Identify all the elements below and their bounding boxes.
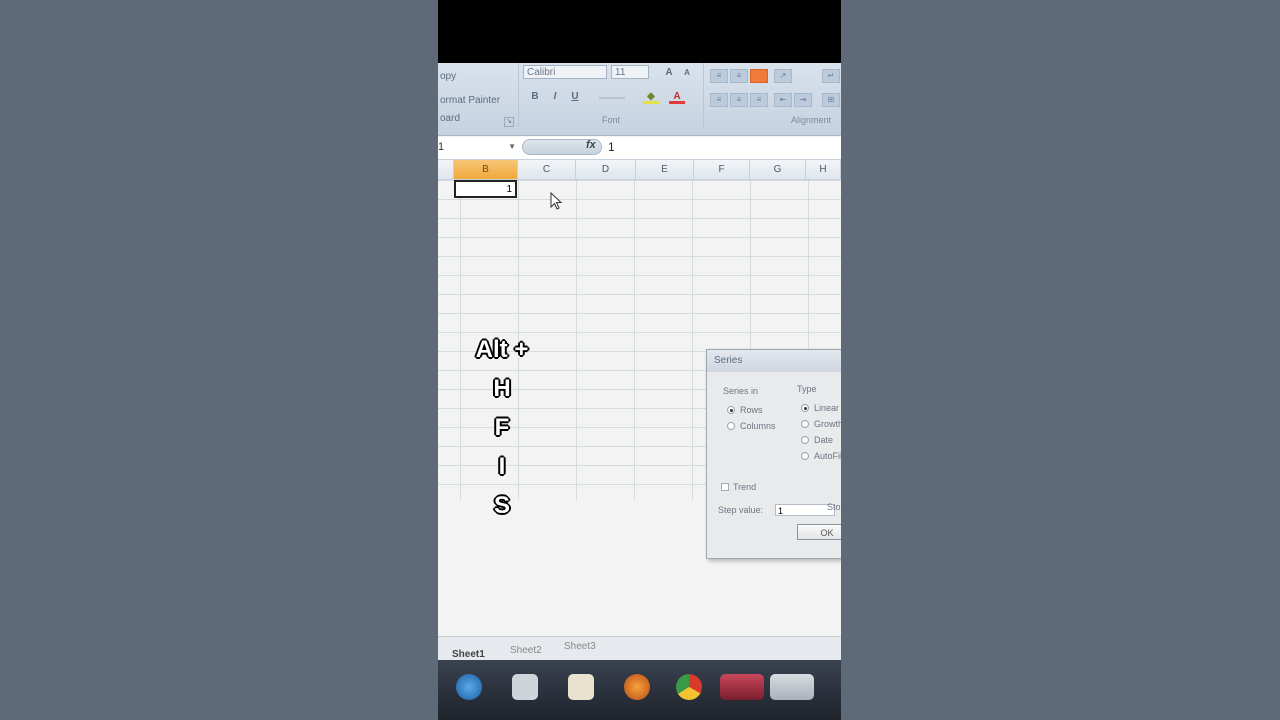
column-header-c[interactable]: C — [518, 160, 576, 180]
borders-icon[interactable] — [599, 87, 625, 99]
series-dialog: Series Series in Rows Columns Type Linea… — [706, 349, 841, 559]
tab-sheet3[interactable]: Sheet3 — [564, 641, 596, 652]
clipboard-group: opy ormat Painter oard ↘ — [438, 63, 516, 127]
windows-taskbar — [438, 660, 841, 720]
align-bottom-icon[interactable] — [750, 69, 768, 83]
rows-radio[interactable] — [727, 406, 735, 414]
align-middle-icon[interactable]: ≡ — [730, 69, 748, 83]
font-color-icon[interactable]: A — [669, 89, 685, 104]
columns-radio[interactable] — [727, 422, 735, 430]
bold-button[interactable]: B — [527, 89, 543, 105]
video-top-bar — [438, 0, 841, 63]
trend-checkbox[interactable] — [721, 483, 729, 491]
keyboard-shortcut-overlay: Alt + H F I S — [460, 330, 544, 525]
key-h: H — [493, 375, 511, 402]
column-header-d[interactable]: D — [576, 160, 636, 180]
date-label: Date — [814, 435, 834, 445]
fill-color-icon[interactable]: ◆ — [643, 89, 659, 104]
dialog-title[interactable]: Series — [707, 350, 841, 372]
key-alt-plus: Alt + — [475, 336, 529, 363]
linear-label: Linear — [814, 403, 840, 413]
key-f: F — [494, 414, 510, 441]
growth-label: Growth — [814, 419, 841, 429]
growth-radio[interactable] — [801, 420, 809, 428]
formula-bar: 1 ▼ fx 1 — [438, 137, 841, 160]
video-frame: opy ormat Painter oard ↘ Calibri 11 A A … — [438, 0, 841, 720]
column-header-h[interactable]: H — [806, 160, 841, 180]
linear-radio[interactable] — [801, 404, 809, 412]
media-player-icon[interactable] — [512, 674, 538, 700]
align-center-icon[interactable]: ≡ — [730, 93, 748, 107]
tab-sheet1[interactable]: Sheet1 — [452, 649, 485, 660]
align-right-icon[interactable]: ≡ — [750, 93, 768, 107]
orientation-icon[interactable]: ↗ — [774, 69, 792, 83]
italic-button[interactable]: I — [547, 89, 563, 105]
underline-button[interactable]: U — [567, 89, 583, 105]
type-label: Type — [797, 384, 817, 394]
date-radio[interactable] — [801, 436, 809, 444]
excel-taskbar-icon[interactable] — [770, 674, 814, 700]
autofill-radio[interactable] — [801, 452, 809, 460]
media-app-icon[interactable] — [720, 674, 764, 700]
formula-input[interactable]: 1 — [608, 140, 615, 154]
step-value-input[interactable]: 1 — [775, 504, 835, 516]
alignment-group: ≡ ≡ ↗ ≡ ≡ ≡ ⇤ ⇥ ↵ ⊞ Alignment — [704, 63, 841, 127]
font-name-select[interactable]: Calibri — [523, 65, 607, 79]
shrink-font-icon[interactable]: A — [679, 65, 695, 81]
chevron-down-icon[interactable]: ▼ — [508, 139, 516, 155]
step-value-label: Step value: — [718, 505, 764, 515]
column-header-g[interactable]: G — [750, 160, 806, 180]
trend-label: Trend — [733, 482, 757, 492]
name-box-value: 1 — [438, 141, 445, 153]
file-explorer-icon[interactable] — [568, 674, 594, 700]
tab-sheet2[interactable]: Sheet2 — [510, 645, 542, 656]
increase-indent-icon[interactable]: ⇥ — [794, 93, 812, 107]
format-painter-button[interactable]: ormat Painter — [440, 95, 500, 106]
columns-label: Columns — [740, 421, 776, 431]
clipboard-group-label: oard — [440, 113, 461, 124]
wrap-text-icon[interactable]: ↵ — [822, 69, 840, 83]
font-group-label: Font — [601, 115, 620, 125]
autofill-label: AutoFill — [814, 451, 841, 461]
grow-font-icon[interactable]: A — [661, 65, 677, 81]
chrome-icon[interactable] — [676, 674, 702, 700]
ok-button[interactable]: OK — [797, 524, 841, 540]
stop-value-label: Sto — [827, 502, 841, 512]
copy-button[interactable]: opy — [440, 71, 456, 82]
right-blur-background — [841, 0, 1280, 720]
column-header-f[interactable]: F — [694, 160, 750, 180]
active-cell-b1[interactable]: 1 — [454, 180, 517, 198]
align-left-icon[interactable]: ≡ — [710, 93, 728, 107]
column-header-b[interactable]: B — [454, 160, 518, 180]
insert-function-icon[interactable]: fx — [586, 139, 596, 151]
alignment-group-label: Alignment — [790, 115, 831, 125]
decrease-indent-icon[interactable]: ⇤ — [774, 93, 792, 107]
merge-center-icon[interactable]: ⊞ — [822, 93, 840, 107]
clipboard-launcher-icon[interactable]: ↘ — [504, 117, 514, 127]
font-size-select[interactable]: 11 — [611, 65, 649, 79]
firefox-icon[interactable] — [624, 674, 650, 700]
internet-explorer-icon[interactable] — [456, 674, 482, 700]
key-i: I — [498, 453, 506, 480]
column-header-e[interactable]: E — [636, 160, 694, 180]
excel-window: opy ormat Painter oard ↘ Calibri 11 A A … — [438, 63, 841, 720]
align-top-icon[interactable]: ≡ — [710, 69, 728, 83]
series-in-label: Series in — [723, 386, 759, 396]
mouse-cursor-icon — [550, 192, 563, 210]
left-blur-background — [0, 0, 438, 720]
row-header-corner — [438, 160, 454, 180]
ribbon: opy ormat Painter oard ↘ Calibri 11 A A … — [438, 63, 841, 136]
key-s: S — [493, 492, 510, 519]
font-group: Calibri 11 A A B I U ◆ A Font — [518, 63, 704, 127]
name-box[interactable]: 1 ▼ — [438, 139, 518, 155]
rows-label: Rows — [740, 405, 763, 415]
